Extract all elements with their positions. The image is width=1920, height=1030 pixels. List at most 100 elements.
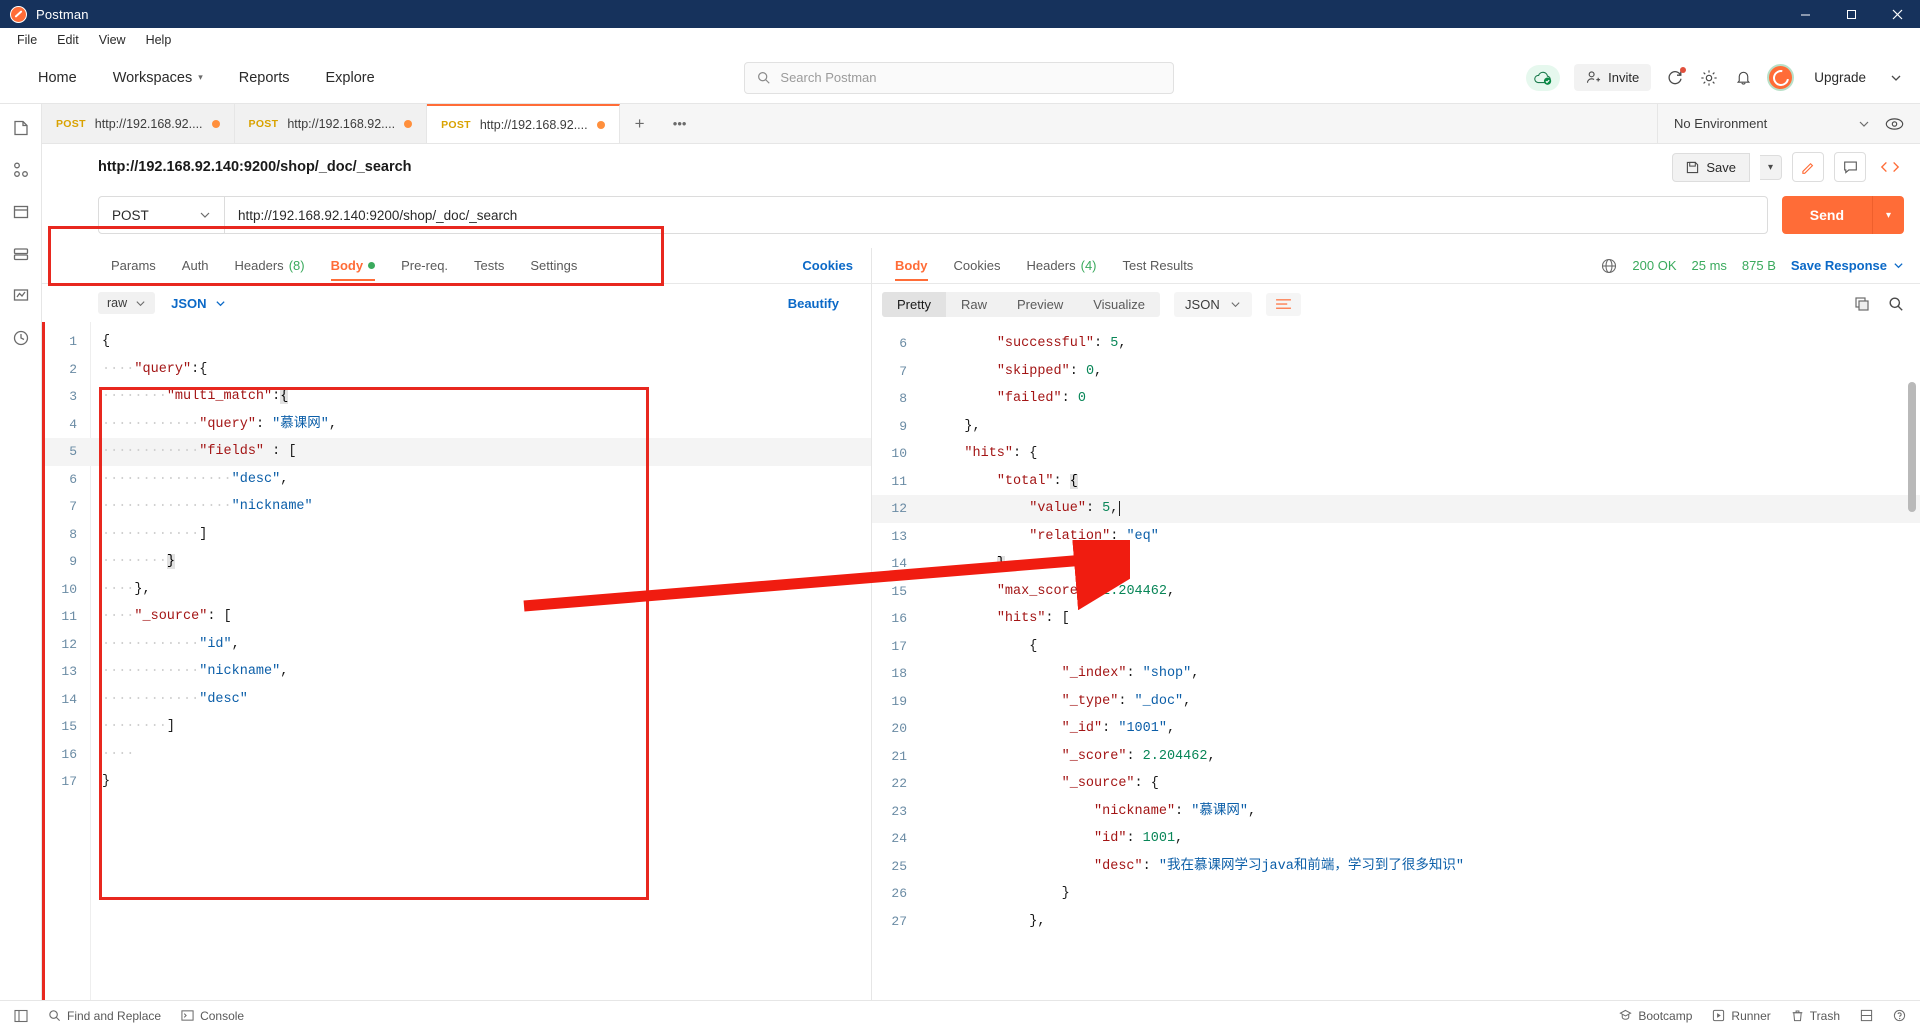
code-line[interactable]: 14 }, xyxy=(872,550,1920,578)
view-mode-pretty[interactable]: Pretty xyxy=(882,291,946,317)
code-line[interactable]: 9 ········} xyxy=(42,548,871,576)
send-button[interactable]: Send xyxy=(1781,196,1872,234)
tab-tests[interactable]: Tests xyxy=(461,251,517,280)
resp-tab-headers[interactable]: Headers (4) xyxy=(1013,251,1109,280)
nav-reports[interactable]: Reports xyxy=(221,64,308,92)
console-button[interactable]: Console xyxy=(181,1009,244,1023)
search-input[interactable]: Search Postman xyxy=(744,61,1175,94)
save-button[interactable]: Save xyxy=(1672,152,1750,182)
tab-params[interactable]: Params xyxy=(98,251,169,280)
code-line[interactable]: 7 "skipped": 0, xyxy=(872,358,1920,386)
code-line[interactable]: 25 "desc": "我在慕课网学习java和前端，学习到了很多知识" xyxy=(872,853,1920,881)
code-line[interactable]: 22 "_source": { xyxy=(872,770,1920,798)
close-button[interactable] xyxy=(1874,0,1920,28)
send-options-button[interactable]: ▾ xyxy=(1872,196,1904,234)
chevron-down-icon-header[interactable] xyxy=(1886,68,1906,88)
resp-tab-body[interactable]: Body xyxy=(882,251,941,281)
code-line[interactable]: 16 ···· xyxy=(42,741,871,769)
new-tab-button[interactable]: + xyxy=(620,104,660,143)
cookies-link[interactable]: Cookies xyxy=(802,258,853,273)
response-vertical-scrollbar[interactable] xyxy=(1908,382,1916,512)
tab-pre-request[interactable]: Pre-req. xyxy=(388,251,461,280)
menu-file[interactable]: File xyxy=(8,31,46,49)
avatar[interactable] xyxy=(1767,64,1795,91)
nav-explore[interactable]: Explore xyxy=(308,64,393,92)
environments-icon[interactable] xyxy=(11,202,31,222)
code-line[interactable]: 2 ····"query":{ xyxy=(42,356,871,384)
code-line[interactable]: 5 ············"fields" : [ xyxy=(42,438,871,466)
request-code-lines[interactable]: 1{2 ····"query":{3 ········"multi_match":{… xyxy=(42,322,871,1000)
collections-icon[interactable] xyxy=(11,118,31,138)
request-tab-1[interactable]: POST http://192.168.92.... xyxy=(42,104,235,143)
find-and-replace-button[interactable]: Find and Replace xyxy=(48,1009,161,1023)
code-line[interactable]: 17 { xyxy=(872,633,1920,661)
code-line[interactable]: 7 ················"nickname" xyxy=(42,493,871,521)
bootcamp-button[interactable]: Bootcamp xyxy=(1619,1009,1692,1023)
request-tab-3[interactable]: POST http://192.168.92.... xyxy=(427,104,620,143)
code-line[interactable]: 16 "hits": [ xyxy=(872,605,1920,633)
code-line[interactable]: 9 }, xyxy=(872,413,1920,441)
response-format-select[interactable]: JSON xyxy=(1174,291,1252,317)
code-line[interactable]: 11 ····"_source": [ xyxy=(42,603,871,631)
edit-pencil-button[interactable] xyxy=(1792,152,1824,182)
code-line[interactable]: 23 "nickname": "慕课网", xyxy=(872,798,1920,826)
code-line[interactable]: 12 ············"id", xyxy=(42,631,871,659)
bell-icon[interactable] xyxy=(1733,68,1753,88)
nav-home[interactable]: Home xyxy=(20,64,95,92)
runner-button[interactable]: Runner xyxy=(1712,1009,1771,1023)
two-pane-layout-button[interactable] xyxy=(1860,1009,1873,1022)
menu-view[interactable]: View xyxy=(90,31,135,49)
upgrade-button[interactable]: Upgrade xyxy=(1808,66,1872,89)
history-icon[interactable] xyxy=(11,328,31,348)
code-snippet-icon[interactable] xyxy=(1876,159,1904,175)
copy-icon[interactable] xyxy=(1854,296,1870,312)
code-line[interactable]: 17} xyxy=(42,768,871,796)
tab-settings[interactable]: Settings xyxy=(517,251,590,280)
code-line[interactable]: 13 "relation": "eq" xyxy=(872,523,1920,551)
code-line[interactable]: 6 "successful": 5, xyxy=(872,330,1920,358)
sidebar-toggle-button[interactable] xyxy=(14,1009,28,1023)
environment-select[interactable]: No Environment xyxy=(1674,116,1870,131)
resp-tab-test-results[interactable]: Test Results xyxy=(1110,251,1207,280)
code-line[interactable]: 13 ············"nickname", xyxy=(42,658,871,686)
code-line[interactable]: 18 "_index": "shop", xyxy=(872,660,1920,688)
code-line[interactable]: 26 } xyxy=(872,880,1920,908)
request-tab-2[interactable]: POST http://192.168.92.... xyxy=(234,104,428,143)
code-line[interactable]: 12 "value": 5, xyxy=(872,495,1920,523)
code-line[interactable]: 21 "_score": 2.204462, xyxy=(872,743,1920,771)
response-code-lines[interactable]: 6 "successful": 5, 7 "skipped": 0, 8 "fail… xyxy=(872,324,1920,1000)
code-line[interactable]: 3 ········"multi_match":{ xyxy=(42,383,871,411)
code-line[interactable]: 19 "_type": "_doc", xyxy=(872,688,1920,716)
invite-button[interactable]: Invite xyxy=(1574,64,1652,91)
method-select[interactable]: POST xyxy=(99,197,225,233)
environment-quick-look-icon[interactable] xyxy=(1884,114,1904,134)
monitors-icon[interactable] xyxy=(11,286,31,306)
request-body-editor[interactable]: 1{2 ····"query":{3 ········"multi_match":{… xyxy=(42,322,871,1000)
code-line[interactable]: 10 "hits": { xyxy=(872,440,1920,468)
comment-button[interactable] xyxy=(1834,152,1866,182)
mock-servers-icon[interactable] xyxy=(11,244,31,264)
save-options-button[interactable]: ▾ xyxy=(1759,154,1782,180)
body-mode-select[interactable]: raw xyxy=(98,292,156,314)
code-line[interactable]: 20 "_id": "1001", xyxy=(872,715,1920,743)
code-line[interactable]: 27 }, xyxy=(872,908,1920,936)
tab-body[interactable]: Body xyxy=(318,251,389,281)
minimize-button[interactable] xyxy=(1782,0,1828,28)
code-line[interactable]: 8 ············] xyxy=(42,521,871,549)
code-line[interactable]: 15 "max_score": 2.204462, xyxy=(872,578,1920,606)
search-icon[interactable] xyxy=(1888,296,1904,312)
body-format-select[interactable]: JSON xyxy=(171,296,225,311)
code-line[interactable]: 4 ············"query": "慕课网", xyxy=(42,411,871,439)
response-body-editor[interactable]: 6 "successful": 5, 7 "skipped": 0, 8 "fail… xyxy=(872,324,1920,1000)
sync-status-icon[interactable] xyxy=(1526,64,1561,91)
code-line[interactable]: 11 "total": { xyxy=(872,468,1920,496)
code-line[interactable]: 24 "id": 1001, xyxy=(872,825,1920,853)
beautify-button[interactable]: Beautify xyxy=(788,296,839,311)
code-line[interactable]: 8 "failed": 0 xyxy=(872,385,1920,413)
tab-auth[interactable]: Auth xyxy=(169,251,222,280)
code-line[interactable]: 15 ········] xyxy=(42,713,871,741)
code-line[interactable]: 14 ············"desc" xyxy=(42,686,871,714)
menu-help[interactable]: Help xyxy=(137,31,181,49)
apis-icon[interactable] xyxy=(11,160,31,180)
url-input[interactable]: http://192.168.92.140:9200/shop/_doc/_se… xyxy=(225,197,1767,233)
